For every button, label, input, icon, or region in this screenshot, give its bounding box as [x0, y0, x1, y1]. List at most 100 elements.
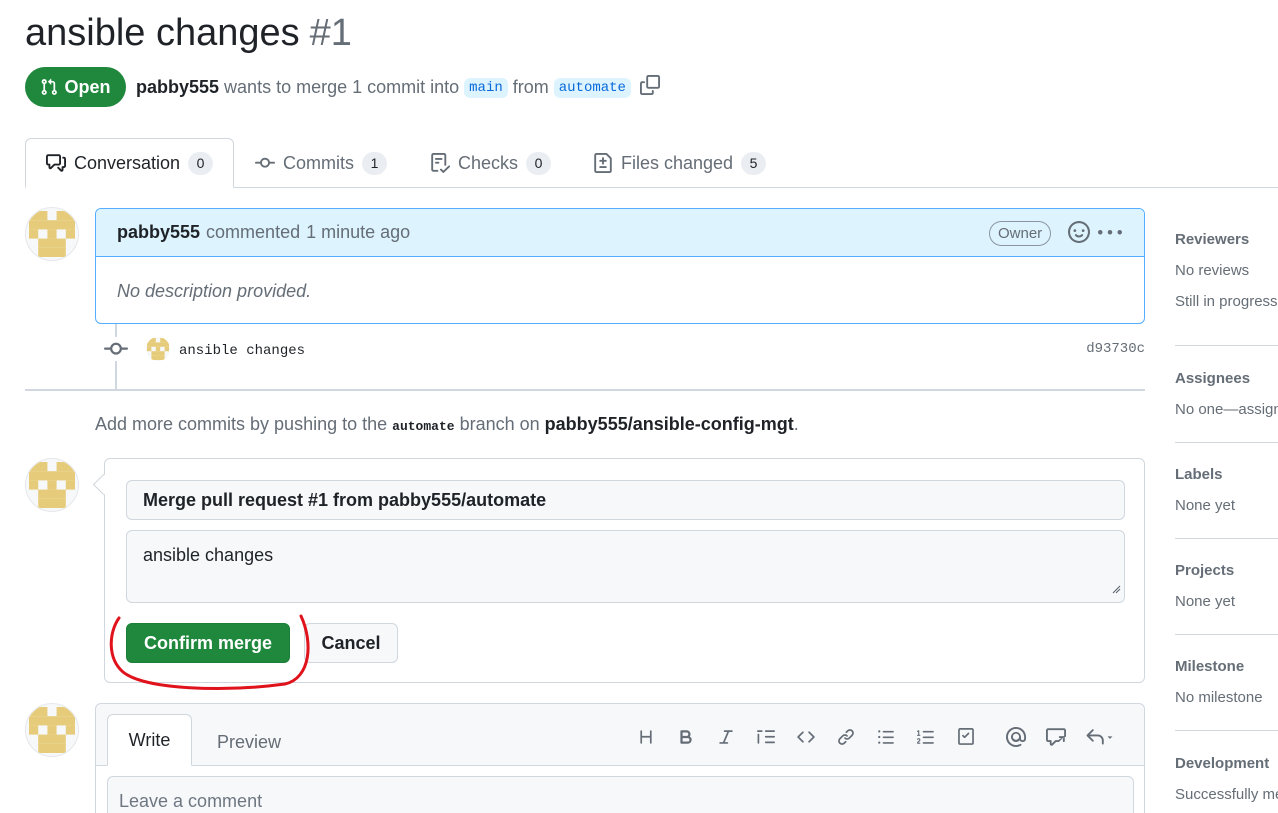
sidebar-milestone: Milestone No milestone	[1175, 658, 1278, 706]
commit-icon	[255, 157, 275, 168]
checklist-icon	[431, 153, 450, 173]
sidebar-divider	[1175, 634, 1278, 635]
tab-commits[interactable]: Commits 1	[255, 138, 387, 188]
pr-author-link[interactable]: pabby555	[136, 77, 219, 98]
sidebar-value: Successfully merging	[1175, 786, 1278, 803]
sidebar-assignees: Assignees No one—assign yourself	[1175, 370, 1278, 418]
sidebar-reviewers: Reviewers No reviews Still in progress?	[1175, 231, 1278, 310]
tab-preview[interactable]: Preview	[217, 732, 281, 753]
reference-icon[interactable]	[1036, 724, 1076, 750]
comment-composer: Write Preview Leave a comment	[95, 703, 1145, 813]
merge-message-text: ansible changes	[143, 545, 274, 565]
link-icon[interactable]	[826, 724, 866, 750]
base-branch[interactable]: main	[464, 77, 508, 98]
mention-icon[interactable]	[996, 724, 1036, 750]
sidebar-value[interactable]: No one—assign yourself	[1175, 401, 1278, 418]
tab-counter: 0	[526, 151, 552, 175]
tab-label: Commits	[283, 152, 354, 173]
comment-action: commented	[206, 222, 301, 242]
sidebar-section-title[interactable]: Labels	[1175, 466, 1278, 483]
italic-icon[interactable]	[706, 724, 746, 750]
tab-label: Checks	[458, 152, 519, 173]
tab-checks[interactable]: Checks 0	[430, 138, 552, 188]
push-hint-branch: automate	[392, 419, 455, 434]
ordered-list-icon[interactable]	[906, 724, 946, 750]
sidebar-section-title[interactable]: Milestone	[1175, 658, 1278, 675]
bold-icon[interactable]	[666, 724, 706, 750]
kebab-menu-icon[interactable]	[1098, 221, 1122, 250]
from-text: from	[512, 77, 549, 97]
section-divider	[25, 389, 1145, 391]
task-list-icon[interactable]	[946, 724, 986, 750]
highlight-annotation	[109, 614, 310, 690]
avatar[interactable]	[25, 703, 79, 757]
unordered-list-icon[interactable]	[866, 724, 906, 750]
sidebar-value: None yet	[1175, 593, 1236, 610]
push-hint: Add more commits by pushing to the autom…	[95, 414, 799, 435]
merge-commit-message-textarea[interactable]: ansible changes	[126, 530, 1125, 603]
push-hint-suffix: .	[793, 414, 799, 434]
sidebar-development: Development Successfully merging	[1175, 755, 1278, 803]
identicon-icon	[29, 707, 75, 753]
tab-counter: 0	[188, 151, 214, 175]
avatar[interactable]	[25, 458, 79, 512]
owner-badge: Owner	[989, 221, 1052, 246]
pr-number: #1	[309, 12, 352, 54]
sidebar-divider	[1175, 345, 1278, 346]
sidebar-value: No milestone	[1175, 689, 1263, 706]
tab-files-changed[interactable]: Files changed 5	[593, 138, 767, 188]
sidebar-section-title[interactable]: Reviewers	[1175, 231, 1278, 248]
sidebar-value: None yet	[1175, 497, 1236, 514]
merge-commit-title-input[interactable]: Merge pull request #1 from pabby555/auto…	[126, 480, 1125, 520]
identicon-icon	[147, 338, 169, 360]
pr-description-comment: pabby555 commented 1 minute ago Owner No…	[95, 208, 1145, 324]
sidebar-divider	[1175, 730, 1278, 731]
tab-write[interactable]: Write	[107, 714, 192, 766]
tab-conversation[interactable]: Conversation 0	[25, 138, 234, 188]
timeline-commit: ansible changes d93730c	[104, 335, 1145, 363]
code-icon[interactable]	[786, 724, 826, 750]
pr-title-row: ansible changes #1	[25, 12, 352, 55]
quote-icon[interactable]	[746, 724, 786, 750]
sidebar-labels: Labels None yet	[1175, 466, 1278, 514]
commit-sha-link[interactable]: d93730c	[1086, 341, 1145, 357]
pr-title: ansible changes	[25, 12, 300, 54]
comment-author-link[interactable]: pabby555	[117, 222, 200, 243]
sidebar-divider	[1175, 538, 1278, 539]
tab-counter: 1	[362, 151, 387, 175]
file-diff-icon	[594, 153, 612, 173]
resize-handle-icon[interactable]	[1111, 578, 1121, 599]
identicon-icon	[29, 462, 75, 508]
sidebar-value: No reviews	[1175, 262, 1250, 279]
cancel-button[interactable]: Cancel	[304, 623, 398, 663]
comment-header: pabby555 commented 1 minute ago Owner	[96, 209, 1144, 257]
markdown-toolbar	[626, 724, 1124, 750]
sidebar-value: Still in progress?	[1175, 293, 1278, 310]
commit-message-link[interactable]: ansible changes	[179, 343, 305, 359]
push-hint-middle: branch on	[459, 414, 540, 434]
identicon-icon	[29, 211, 75, 257]
sidebar-section-title[interactable]: Development	[1175, 755, 1278, 772]
pr-meta: pabby555 wants to merge 1 commit into ma…	[136, 75, 660, 100]
repo-link[interactable]: pabby555/ansible-config-mgt	[545, 414, 794, 434]
push-hint-prefix: Add more commits by pushing to the	[95, 414, 388, 434]
status-label: Open	[64, 76, 111, 97]
sidebar-section-title[interactable]: Projects	[1175, 562, 1278, 579]
sidebar-divider	[1175, 442, 1278, 443]
emoji-reaction-icon[interactable]	[1068, 221, 1090, 248]
commit-icon	[104, 337, 128, 361]
conversation-icon	[46, 154, 66, 172]
avatar[interactable]	[25, 207, 79, 261]
reply-icon[interactable]	[1076, 724, 1124, 750]
comment-time[interactable]: 1 minute ago	[306, 222, 410, 243]
sidebar-section-title[interactable]: Assignees	[1175, 370, 1278, 387]
head-branch[interactable]: automate	[553, 77, 631, 98]
tab-counter: 5	[741, 151, 767, 175]
copy-icon[interactable]	[639, 75, 660, 100]
pull-request-icon	[42, 78, 58, 95]
comment-body: No description provided.	[117, 281, 312, 301]
avatar[interactable]	[146, 337, 170, 361]
comment-textarea[interactable]: Leave a comment	[107, 776, 1134, 813]
caret-down-icon	[1107, 736, 1113, 739]
heading-icon[interactable]	[626, 724, 666, 750]
